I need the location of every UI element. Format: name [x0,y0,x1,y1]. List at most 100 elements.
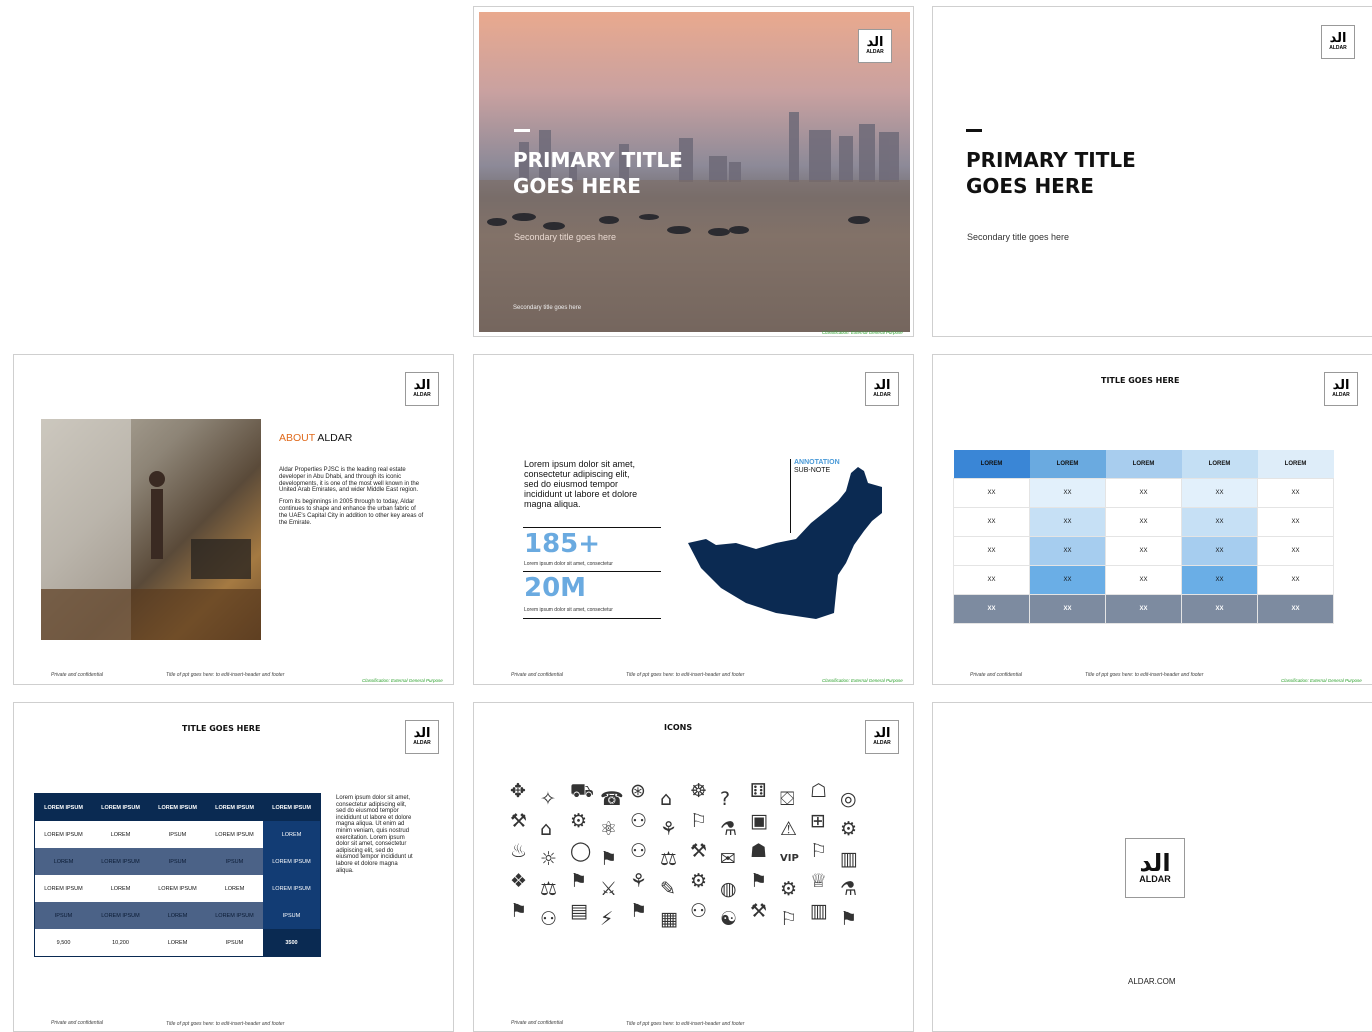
header-cell: LOREM IPSUM [263,793,321,821]
slide-icon: ⚖ [540,878,558,900]
slide-thumbnail-4[interactable]: ﺍﻟﺪ ALDAR ABOUT ALDAR Aldar Properties P… [13,354,454,685]
stat-1-caption: Lorem ipsum dolor sit amet, consectetur [524,561,613,567]
table-cell: IPSUM [149,848,206,875]
slide-icon: ⚒ [690,840,708,862]
secondary-title: Secondary title goes here [967,232,1070,242]
table-row: XX XX XX XX XX [953,478,1334,508]
slide-title: TITLE GOES HERE [182,724,261,733]
slide-icon: ❖ [510,870,528,892]
logo-mark: ﺍﻟﺪ [1139,848,1172,877]
primary-title: PRIMARY TITLE GOES HERE [513,148,683,198]
table-cell: LOREM IPSUM [206,902,263,929]
primary-title: PRIMARY TITLE GOES HERE [966,148,1136,198]
classification-note: Classification: External General Purpose [822,330,903,335]
aldar-logo: ﺍﻟﺪ ALDAR [865,720,899,754]
slide-icon: ⚇ [690,900,708,922]
footer-title-note: Title of ppt goes here: to edit-insert-h… [166,1021,285,1027]
slide-thumbnail-7[interactable]: TITLE GOES HERE ﺍﻟﺪ ALDAR LOREM IPSUM LO… [13,702,454,1032]
footer-private: Private and confidential [970,672,1022,678]
uae-map [688,467,882,619]
table-total-row: 9,500 10,200 LOREM IPSUM 3500 [35,929,321,957]
slide-icon: ⛟ [570,780,594,802]
slide-icon: ⚑ [630,900,648,922]
slide-icon: ⚔ [600,878,618,900]
divider [523,618,661,619]
slide-title: ICONS [664,723,693,732]
table-cell: XX [953,478,1030,508]
footer-private: Private and confidential [511,672,563,678]
slide-icon: ⚙ [780,878,798,900]
slide-thumbnail-8[interactable]: ICONS ﺍﻟﺪ ALDAR ✥ ✧ ⛟ ☎ ⊛ ⌂ ☸? ⚅ ⛋ ☖ ◎ ⚒ ⌂ ⚙ ⚛ ⚇ ⚘ ⚐ ⚗ ▣ ⚠ ⊞ ⚙… [473,702,914,1032]
table-cell: XX [1029,565,1106,595]
footer-private: Private and confidential [51,1020,103,1026]
aldar-logo: ﺍﻟﺪ ALDAR [1324,372,1358,406]
header-cell: LOREM [1105,450,1182,479]
table-cell: LOREM [110,885,131,892]
about-paragraph-2: From its beginnings in 2005 through to t… [279,499,424,526]
slide-icon: ⚇ [630,840,648,862]
table-cell: LOREM IPSUM [263,848,321,875]
slide-icon: ⚛ [600,818,618,840]
slide-icon: ◯ [570,840,592,862]
table-cell: IPSUM [206,848,263,875]
slide-icon: ⚅ [750,780,767,802]
slide-icon: ⚇ [540,908,558,930]
slide-icon: ▤ [570,900,588,922]
slide-icon: ⌂ [540,818,553,840]
table-cell: LOREM [167,939,188,946]
slide-icon: ⚖ [660,848,678,870]
table-total-row: XX XX XX XX XX [953,594,1334,624]
slide-icon: ✉ [720,848,736,870]
header-cell: LOREM IPSUM [149,793,206,821]
title-dash [966,129,982,132]
total-cell: XX [1257,594,1334,624]
table-cell: XX [1105,478,1182,508]
data-table: LOREM IPSUM LOREM IPSUM LOREM IPSUM LORE… [34,793,321,957]
table-header-row: LOREM IPSUM LOREM IPSUM LOREM IPSUM LORE… [34,793,321,821]
slide-thumbnail-6[interactable]: TITLE GOES HERE ﺍﻟﺪ ALDAR LOREM LOREM LO… [932,354,1372,685]
table-row: LOREM LOREM IPSUM IPSUM IPSUM LOREM IPSU… [34,848,321,875]
stat-1: 185+ [524,529,601,559]
table-cell: IPSUM [263,902,321,929]
slide-icon: ♨ [510,840,528,862]
aldar-logo: ﺍﻟﺪ ALDAR [405,372,439,406]
slide-icon: ⚒ [750,900,768,922]
table-cell: LOREM IPSUM [92,902,149,929]
slide-icon: ◍ [720,878,737,900]
slide-icon: ⚗ [840,878,858,900]
slide-thumbnail-3[interactable]: ﺍﻟﺪ ALDAR PRIMARY TITLE GOES HERE Second… [932,6,1372,337]
slide-thumbnail-5[interactable]: ﺍﻟﺪ ALDAR Lorem ipsum dolor sit amet, co… [473,354,914,685]
logo-word: ALDAR [413,740,431,746]
table-row: XX XX XX XX XX [953,507,1334,537]
header-cell: LOREM IPSUM [92,793,149,821]
table-cell: XX [1257,478,1334,508]
table-cell: XX [1257,536,1334,566]
logo-mark: ﺍﻟﺪ [1332,378,1351,393]
office-photo [41,419,261,640]
table-cell: 3500 [263,929,321,957]
table-row: IPSUM LOREM IPSUM LOREM LOREM IPSUM IPSU… [34,902,321,929]
logo-mark: ﺍﻟﺪ [413,726,432,741]
slide-title: TITLE GOES HERE [1101,376,1180,385]
slide-icon: ⚙ [840,818,858,840]
logo-mark: ﺍﻟﺪ [873,726,892,741]
table-cell: LOREM IPSUM [92,848,149,875]
slide-icon: ♕ [810,870,828,892]
website-url[interactable]: ALDAR.COM [1128,977,1176,986]
slide-icon: ☖ [810,780,828,802]
slide-icon: ⛋ [780,788,795,810]
slide-thumbnail-2[interactable]: ﺍﻟﺪ ALDAR PRIMARY TITLE GOES HERE Second… [473,6,914,337]
slide-thumbnail-9[interactable]: ﺍﻟﺪ ALDAR ALDAR.COM [932,702,1372,1032]
slide-icon: ⚘ [660,818,678,840]
table-cell: LOREM IPSUM [215,831,254,838]
total-cell: XX [1029,594,1106,624]
slide-icon: ⚐ [810,840,828,862]
logo-word: ALDAR [866,49,884,55]
data-table: LOREM LOREM LOREM LOREM LOREM XX XX XX X… [953,450,1334,624]
table-cell: LOREM [110,831,131,838]
table-cell: LOREM [149,902,206,929]
logo-mark: ﺍﻟﺪ [866,35,885,50]
secondary-title: Secondary title goes here [514,232,617,242]
about-heading: ABOUT ALDAR [279,432,352,444]
about-name: ALDAR [317,432,353,444]
